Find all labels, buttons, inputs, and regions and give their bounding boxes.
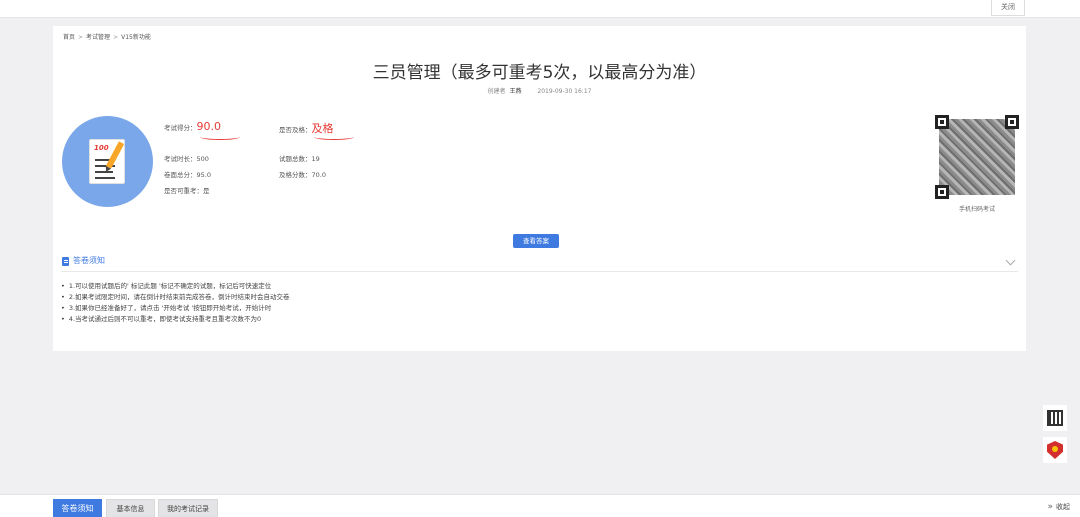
qr-finder xyxy=(935,185,949,199)
breadcrumb-current: V15新功能 xyxy=(121,34,151,41)
rule-item: 1.可以使用试题后的' 标记此题 '标记不确定的试题，标记后可快速定位 xyxy=(61,280,290,291)
notice-rules: 1.可以使用试题后的' 标记此题 '标记不确定的试题，标记后可快速定位 2.如果… xyxy=(61,280,290,324)
bottom-bar: 答卷须知 基本信息 我的考试记录 » 收起 xyxy=(0,494,1080,517)
qr-caption: 手机扫码考试 xyxy=(958,206,995,213)
double-chevron-icon: » xyxy=(1047,502,1053,512)
view-answers-button[interactable]: 查看答案 xyxy=(513,234,559,248)
qr-finder xyxy=(1005,115,1019,129)
score-underline xyxy=(200,134,240,140)
qr-finder xyxy=(935,115,949,129)
exam-card: 首页 > 考试管理 > V15新功能 三员管理（最多可重考5次，以最高分为准） 创建者 … xyxy=(53,26,1026,351)
breadcrumb: 首页 > 考试管理 > V15新功能 xyxy=(63,32,151,41)
qr-pattern xyxy=(939,119,1015,195)
duration-stat: 考试时长：500 xyxy=(164,155,209,163)
exam-avatar: 100 xyxy=(62,116,153,207)
rule-item: 3.如果你已经准备好了，请点击 '开始考试 '按钮即开始考试，开始计时 xyxy=(61,302,290,313)
breadcrumb-exam-management[interactable]: 考试管理 xyxy=(86,34,110,41)
qr-code-icon xyxy=(1047,410,1063,426)
qr-tool-button[interactable] xyxy=(1043,405,1067,431)
document-icon xyxy=(62,257,69,266)
close-button[interactable]: 关闭 xyxy=(991,0,1025,16)
breadcrumb-separator: > xyxy=(78,34,84,41)
exam-qr-code[interactable] xyxy=(935,115,1019,199)
notice-header[interactable]: 答卷须知 xyxy=(61,254,1018,272)
exam-meta: 创建者 王燕 2019-09-30 16:17 xyxy=(53,86,1026,95)
pass-label: 是否及格： xyxy=(279,126,312,134)
score-value: 90.0 xyxy=(196,120,222,133)
rule-item: 4.当考试通过后则不可以重考，即使考试支持重考且重考次数不为0 xyxy=(61,313,290,324)
tab-basic-info[interactable]: 基本信息 xyxy=(106,499,155,517)
collapse-button[interactable]: » 收起 xyxy=(1047,502,1070,512)
party-badge-icon xyxy=(1047,441,1063,459)
breadcrumb-separator: > xyxy=(113,34,119,41)
created-time: 2019-09-30 16:17 xyxy=(537,88,592,95)
badge-tool-button[interactable] xyxy=(1043,437,1067,463)
pass-score-stat: 及格分数：70.0 xyxy=(279,171,326,179)
collapse-label: 收起 xyxy=(1056,503,1070,511)
tab-exam-records[interactable]: 我的考试记录 xyxy=(158,499,218,517)
creator-label: 创建者 xyxy=(487,88,506,95)
score-stat: 考试得分：90.0 xyxy=(164,120,221,133)
notice-title: 答卷须知 xyxy=(73,256,105,265)
pass-underline xyxy=(314,134,354,140)
score-label: 考试得分： xyxy=(164,124,197,132)
breadcrumb-home[interactable]: 首页 xyxy=(63,34,75,41)
tab-notice[interactable]: 答卷须知 xyxy=(53,499,102,517)
total-score-stat: 卷面总分：95.0 xyxy=(164,171,211,179)
chevron-down-icon[interactable] xyxy=(1005,255,1016,266)
top-bar: 关闭 xyxy=(0,0,1080,18)
page-title: 三员管理（最多可重考5次，以最高分为准） xyxy=(372,63,707,83)
retake-stat: 是否可重考：是 xyxy=(164,187,210,195)
score-100-mark: 100 xyxy=(94,144,109,152)
rule-item: 2.如果考试限定时间，请在倒计时结束前完成答卷，倒计时结束时会自动交卷 xyxy=(61,291,290,302)
question-count-stat: 试题总数：19 xyxy=(279,155,320,163)
side-tools xyxy=(1043,405,1067,469)
creator-name: 王燕 xyxy=(509,88,522,95)
